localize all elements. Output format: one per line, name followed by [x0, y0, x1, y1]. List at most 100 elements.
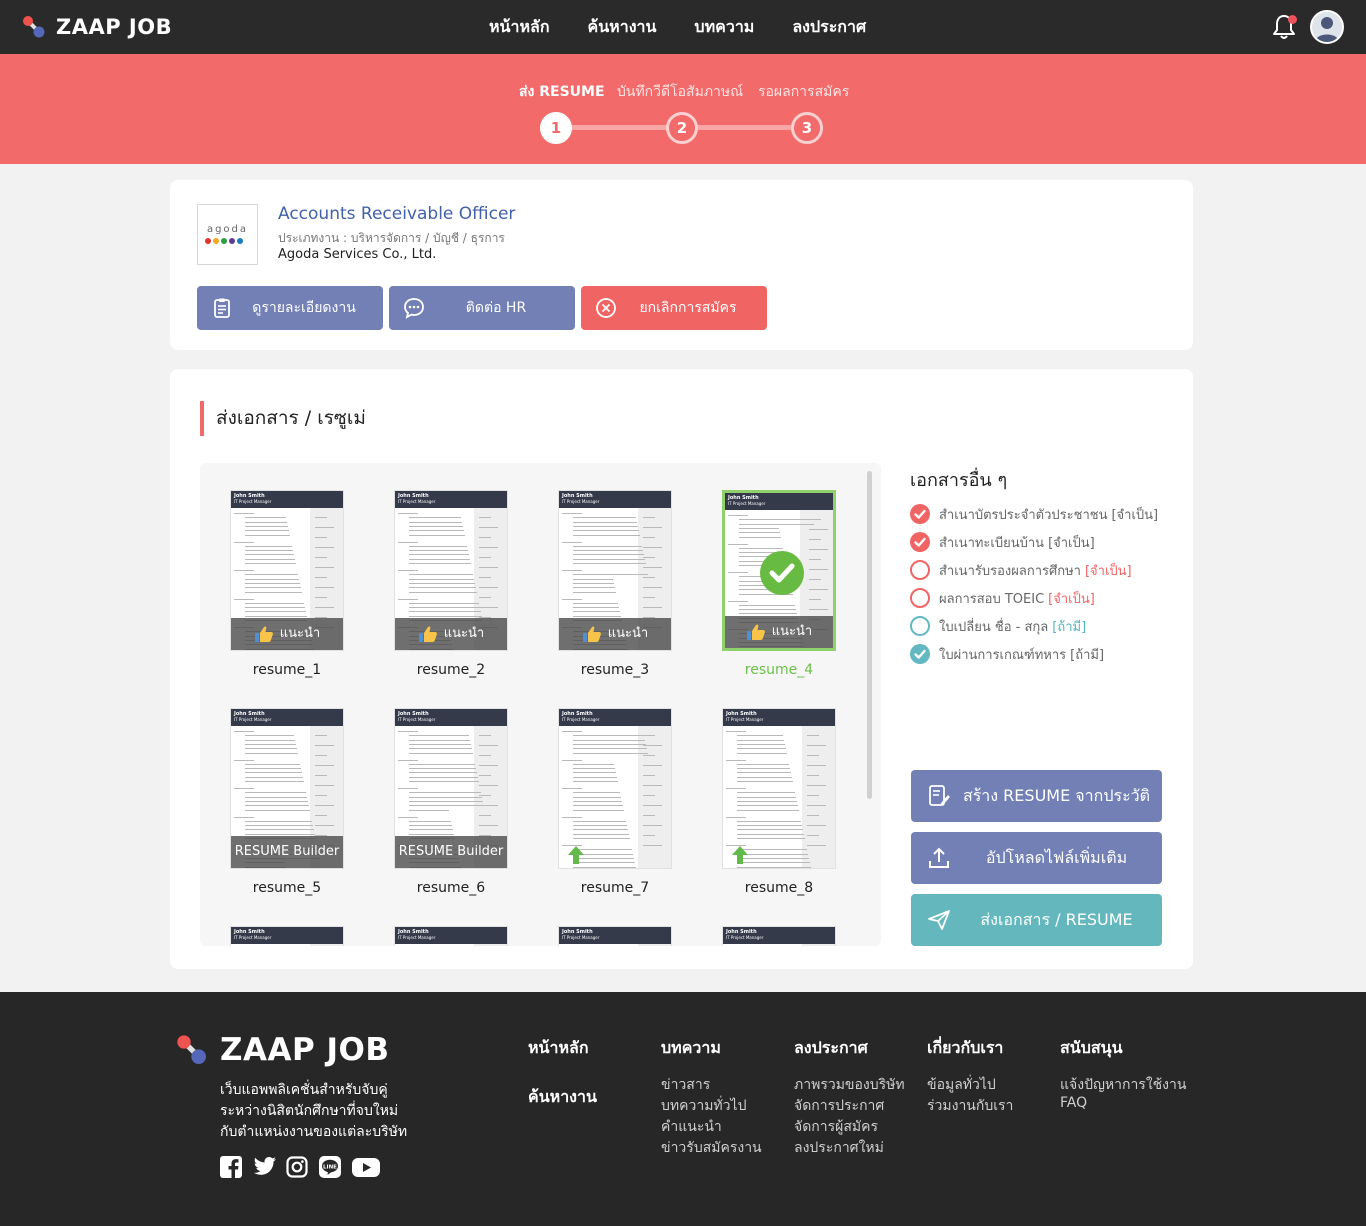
resume-card[interactable]: John Smith IT Project Manager แนะนำ resume_…: [558, 490, 672, 700]
facebook-icon[interactable]: [220, 1156, 242, 1178]
footer-link[interactable]: แจ้งปัญหาการใช้งาน: [1060, 1074, 1186, 1096]
footer-link[interactable]: บทความทั่วไป: [661, 1095, 746, 1117]
resume-thumbnail-side-line: [479, 785, 498, 786]
resume-card[interactable]: John Smith IT Project Manager: [558, 926, 672, 946]
youtube-icon[interactable]: [352, 1156, 380, 1178]
resume-card[interactable]: John Smith IT Project Manager resume_8: [722, 708, 836, 918]
footer-column-title: สนับสนุน: [1060, 1038, 1123, 1057]
create-resume-button[interactable]: สร้าง RESUME จากประวัติ: [911, 770, 1162, 822]
resume-thumbnail-side-line: [479, 557, 491, 558]
resume-thumbnail-role: IT Project Manager: [398, 499, 436, 504]
resume-thumbnail-line: [562, 731, 582, 732]
resume-thumbnail-role: IT Project Manager: [234, 717, 272, 722]
job-title[interactable]: Accounts Receivable Officer: [278, 204, 515, 224]
requirement-tag: [ถ้ามี]: [1052, 619, 1087, 635]
nav-search-jobs[interactable]: ค้นหางาน: [588, 15, 657, 40]
resume-gallery[interactable]: John Smith IT Project Manager แนะนำ resume_…: [200, 463, 881, 946]
resume-card[interactable]: John Smith IT Project Manager resume_7: [558, 708, 672, 918]
resume-tag-label: RESUME Builder: [234, 844, 340, 859]
resume-card[interactable]: John Smith IT Project Manager: [230, 926, 344, 946]
resume-thumbnail-line: [234, 598, 254, 600]
other-document-item[interactable]: สำเนาบัตรประจำตัวประชาชน [จำเป็น]: [910, 503, 1158, 525]
other-document-label: ใบผ่านการเกณฑ์ทหาร: [939, 647, 1067, 663]
other-document-item[interactable]: ผลการสอบ TOEIC [จำเป็น]: [910, 587, 1095, 609]
resume-thumbnail-line: [737, 752, 787, 754]
resume-thumbnail-role: IT Project Manager: [562, 935, 600, 940]
resume-thumbnail-header: John Smith IT Project Manager: [723, 709, 835, 726]
other-document-label: ผลการสอบ TOEIC: [939, 591, 1045, 607]
resume-thumbnail-side-line: [315, 745, 334, 746]
footer-tagline-line: เว็บแอพพลิเคชั่นสำหรับจับคู่: [220, 1082, 388, 1098]
footer-link[interactable]: ภาพรวมของบริษัท: [794, 1074, 905, 1096]
step-3-label: รอผลการสมัคร: [758, 84, 850, 100]
resume-thumbnail-side-line: [809, 569, 828, 570]
resume-card[interactable]: John Smith IT Project Manager แนะนำ resume_…: [230, 490, 344, 700]
resume-thumbnail-line: [573, 825, 627, 827]
footer-link[interactable]: จัดการประกาศ: [794, 1095, 884, 1117]
resume-thumbnail-line: [409, 781, 479, 782]
resume-thumbnail-side-line: [315, 547, 334, 548]
resume-card[interactable]: John Smith IT Project Manager: [394, 926, 508, 946]
footer-link[interactable]: จัดการผู้สมัคร: [794, 1116, 878, 1138]
resume-thumbnail-side-line: [315, 567, 334, 568]
footer-link[interactable]: ลงประกาศใหม่: [794, 1137, 884, 1159]
resume-card[interactable]: John Smith IT Project Manager แนะนำ resume_…: [394, 490, 508, 700]
resume-thumbnail-line: [573, 768, 615, 770]
brand-logo[interactable]: ZAAP JOB: [22, 12, 172, 42]
footer-link[interactable]: ร่วมงานกับเรา: [927, 1095, 1013, 1117]
other-document-item[interactable]: ใบเปลี่ยน ชื่อ - สกุล [ถ้ามี]: [910, 615, 1086, 637]
twitter-icon[interactable]: [253, 1156, 276, 1178]
logo-dot: [213, 238, 219, 244]
resume-thumbnail-line: [245, 739, 295, 741]
footer-link-search-jobs[interactable]: ค้นหางาน: [528, 1085, 597, 1110]
nav-articles[interactable]: บทความ: [694, 15, 754, 40]
footer-link[interactable]: FAQ: [1060, 1095, 1087, 1111]
send-documents-button[interactable]: ส่งเอกสาร / RESUME: [911, 894, 1162, 946]
resume-card[interactable]: John Smith IT Project Manager RESUME Build…: [230, 708, 344, 918]
resume-card[interactable]: John Smith IT Project Manager RESUME Build…: [394, 708, 508, 918]
resume-thumbnail-line: [234, 731, 254, 732]
nav-post-job[interactable]: ลงประกาศ: [792, 15, 866, 40]
zaap-logo-icon: [177, 1035, 206, 1064]
resume-thumbnail-line: [726, 759, 746, 761]
footer-brand[interactable]: ZAAP JOB: [176, 1032, 390, 1068]
contact-hr-button[interactable]: ติดต่อ HR: [389, 286, 575, 330]
resume-card[interactable]: John Smith IT Project Manager: [722, 926, 836, 946]
resume-thumbnail-header: John Smith IT Project Manager: [559, 927, 671, 944]
footer-link[interactable]: ข่าวสาร: [661, 1074, 710, 1096]
resume-thumbnail-line: [409, 752, 473, 754]
user-avatar[interactable]: [1310, 10, 1344, 44]
upload-file-button[interactable]: อัปโหลดไฟล์เพิ่มเติม: [911, 832, 1162, 884]
resume-thumbnail-line: [398, 731, 418, 732]
resume-card[interactable]: John Smith IT Project Manager แนะนำ resume_…: [722, 490, 836, 700]
nav-home[interactable]: หน้าหลัก: [489, 15, 550, 40]
resume-gallery-scrollbar[interactable]: [867, 471, 872, 799]
footer-link[interactable]: ข้อมูลทั่วไป: [927, 1074, 996, 1096]
resume-tag: แนะนำ: [231, 618, 343, 650]
resume-thumbnail-line: [245, 763, 300, 765]
checked-circle-icon: [910, 532, 930, 552]
other-document-item[interactable]: สำเนาทะเบียนบ้าน [จำเป็น]: [910, 531, 1095, 553]
resume-thumbnail-header: John Smith IT Project Manager: [723, 927, 835, 944]
resume-thumbnail-side-line: [643, 755, 655, 756]
resume-thumbnail-side-line: [315, 815, 327, 816]
resume-thumbnail-line: [245, 809, 310, 811]
line-icon[interactable]: LINE: [319, 1156, 341, 1178]
resume-thumbnail-line: [245, 587, 301, 589]
resume-thumbnail-line: [573, 866, 636, 868]
other-document-item[interactable]: สำเนารับรองผลการศึกษา [จำเป็น]: [910, 559, 1132, 581]
resume-thumbnail-line: [573, 578, 613, 580]
resume-thumbnail-line: [245, 550, 293, 552]
cancel-application-button[interactable]: ยกเลิกการสมัคร: [581, 286, 767, 330]
footer-link[interactable]: คำแนะนำ: [661, 1116, 722, 1138]
footer-link[interactable]: ข่าวรับสมัครงาน: [661, 1137, 762, 1159]
other-document-item[interactable]: ใบผ่านการเกณฑ์ทหาร [ถ้ามี]: [910, 643, 1104, 665]
resume-thumbnail-line: [234, 759, 254, 761]
instagram-icon[interactable]: [286, 1156, 308, 1178]
view-job-details-button[interactable]: ดูรายละเอียดงาน: [197, 286, 383, 330]
other-document-label: ใบเปลี่ยน ชื่อ - สกุล: [939, 619, 1049, 635]
footer-link-home[interactable]: หน้าหลัก: [528, 1036, 589, 1061]
resume-filename: resume_1: [252, 662, 322, 678]
resume-thumbnail-sidebar: [310, 944, 343, 946]
resume-thumbnail-side-line: [809, 529, 828, 530]
